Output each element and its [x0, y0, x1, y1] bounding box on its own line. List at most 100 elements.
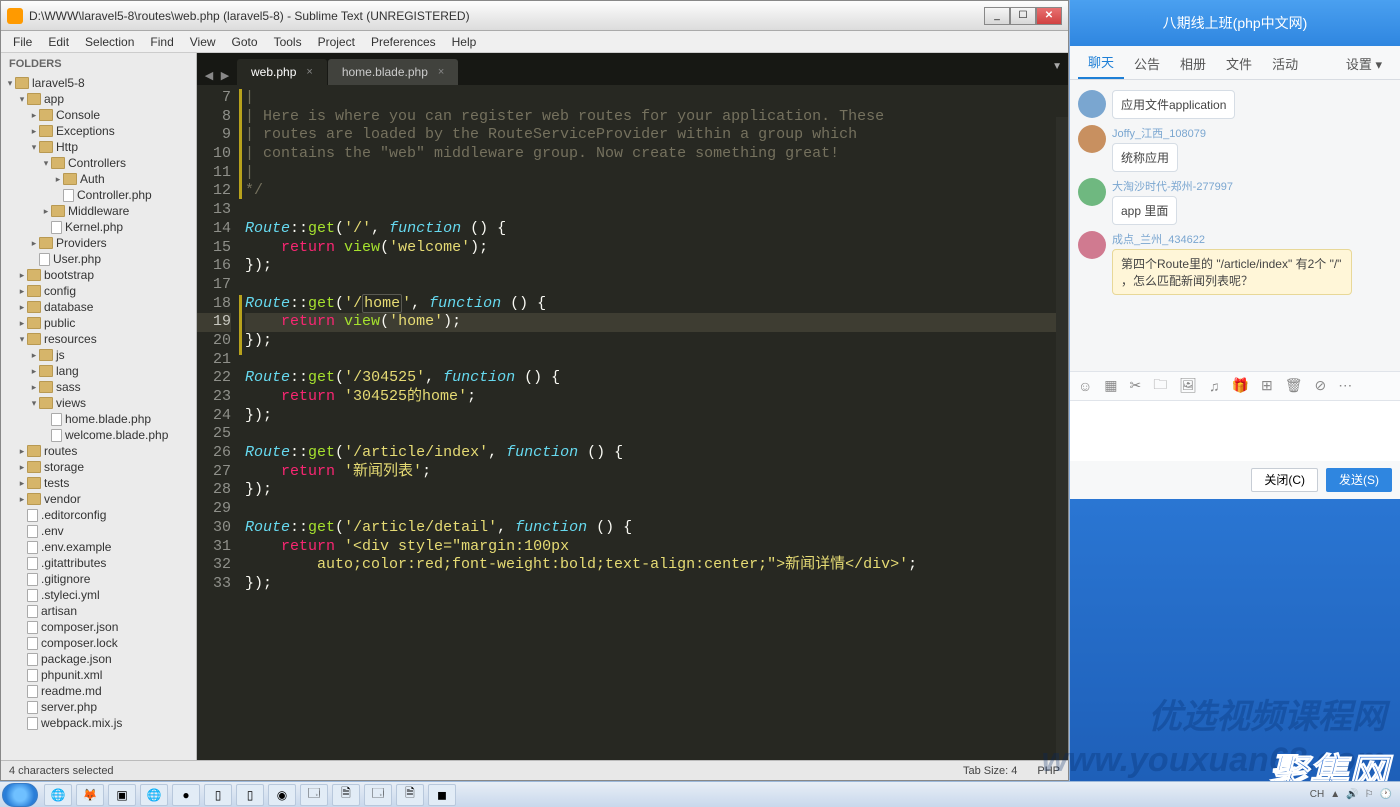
- tray-icon[interactable]: 🕐: [1380, 789, 1392, 800]
- image-icon[interactable]: 🖼: [1179, 377, 1197, 394]
- tab-close-icon[interactable]: ×: [438, 66, 444, 78]
- taskbar-item[interactable]: 🌐: [140, 784, 168, 806]
- file-item[interactable]: artisan: [5, 603, 192, 619]
- tray-icon[interactable]: ⚐: [1365, 789, 1374, 800]
- taskbar-item[interactable]: ▯: [204, 784, 232, 806]
- folder-item[interactable]: ▾resources: [5, 331, 192, 347]
- music-icon[interactable]: ♫: [1209, 378, 1220, 394]
- file-item[interactable]: .styleci.yml: [5, 587, 192, 603]
- menu-view[interactable]: View: [182, 33, 224, 51]
- file-item[interactable]: webpack.mix.js: [5, 715, 192, 731]
- file-item[interactable]: composer.lock: [5, 635, 192, 651]
- folder-item[interactable]: ▸vendor: [5, 491, 192, 507]
- start-button[interactable]: [2, 783, 38, 807]
- file-tab[interactable]: web.php×: [237, 59, 327, 85]
- avatar[interactable]: [1078, 178, 1106, 206]
- avatar[interactable]: [1078, 90, 1106, 118]
- tab-menu-icon[interactable]: ▼: [1052, 61, 1062, 72]
- menu-edit[interactable]: Edit: [40, 33, 77, 51]
- taskbar-item[interactable]: ▯: [236, 784, 264, 806]
- folder-item[interactable]: ▾Http: [5, 139, 192, 155]
- file-item[interactable]: welcome.blade.php: [5, 427, 192, 443]
- folder-item[interactable]: ▾laravel5-8: [5, 75, 192, 91]
- chat-settings[interactable]: 设置 ▾: [1336, 48, 1392, 79]
- file-item[interactable]: User.php: [5, 251, 192, 267]
- block-icon[interactable]: ⊘: [1315, 377, 1327, 394]
- taskbar-item[interactable]: ▣: [108, 784, 136, 806]
- folder-item[interactable]: ▸Console: [5, 107, 192, 123]
- status-syntax[interactable]: PHP: [1037, 765, 1060, 777]
- code-editor[interactable]: 7891011121314151617181920212223242526272…: [197, 85, 1068, 760]
- menu-find[interactable]: Find: [142, 33, 181, 51]
- chat-body[interactable]: 应用文件applicationJoffy_江西_108079统称应用大淘沙时代-…: [1070, 80, 1400, 371]
- cut-icon[interactable]: ✂: [1130, 377, 1142, 394]
- chat-tab[interactable]: 相册: [1170, 48, 1216, 79]
- tray-icon[interactable]: 🔊: [1346, 789, 1358, 800]
- status-tab-size[interactable]: Tab Size: 4: [963, 765, 1017, 777]
- file-item[interactable]: server.php: [5, 699, 192, 715]
- folder-item[interactable]: ▸Exceptions: [5, 123, 192, 139]
- avatar[interactable]: [1078, 125, 1106, 153]
- title-bar[interactable]: D:\WWW\laravel5-8\routes\web.php (larave…: [1, 1, 1068, 31]
- trash-icon[interactable]: 🗑: [1285, 377, 1303, 394]
- file-item[interactable]: .editorconfig: [5, 507, 192, 523]
- gift-icon[interactable]: 🎁: [1232, 377, 1249, 394]
- file-item[interactable]: readme.md: [5, 683, 192, 699]
- menu-project[interactable]: Project: [310, 33, 363, 51]
- folder-item[interactable]: ▸Providers: [5, 235, 192, 251]
- taskbar-item[interactable]: ●: [172, 784, 200, 806]
- file-item[interactable]: phpunit.xml: [5, 667, 192, 683]
- file-item[interactable]: composer.json: [5, 619, 192, 635]
- menu-preferences[interactable]: Preferences: [363, 33, 444, 51]
- file-item[interactable]: .gitignore: [5, 571, 192, 587]
- menu-tools[interactable]: Tools: [266, 33, 310, 51]
- maximize-button[interactable]: ☐: [1010, 7, 1036, 25]
- folder-item[interactable]: ▾app: [5, 91, 192, 107]
- tab-close-icon[interactable]: ×: [306, 66, 312, 78]
- app-icon2[interactable]: ⊞: [1261, 377, 1273, 394]
- file-item[interactable]: .env.example: [5, 539, 192, 555]
- chat-tab[interactable]: 活动: [1262, 48, 1308, 79]
- menu-file[interactable]: File: [5, 33, 40, 51]
- file-item[interactable]: package.json: [5, 651, 192, 667]
- menu-selection[interactable]: Selection: [77, 33, 142, 51]
- more-icon[interactable]: ⋯: [1338, 377, 1352, 394]
- close-button[interactable]: ✕: [1036, 7, 1062, 25]
- taskbar-item[interactable]: 🦊: [76, 784, 104, 806]
- minimap[interactable]: [1056, 117, 1068, 760]
- file-tab[interactable]: home.blade.php×: [328, 59, 459, 85]
- folder-item[interactable]: ▸public: [5, 315, 192, 331]
- file-item[interactable]: .gitattributes: [5, 555, 192, 571]
- folder-item[interactable]: ▸sass: [5, 379, 192, 395]
- tab-prev-icon[interactable]: ◀: [201, 69, 217, 85]
- tray-icon[interactable]: ▲: [1330, 789, 1340, 800]
- file-item[interactable]: .env: [5, 523, 192, 539]
- folder-item[interactable]: ▸js: [5, 347, 192, 363]
- taskbar-item[interactable]: 🗔: [364, 784, 392, 806]
- taskbar-item[interactable]: ◼: [428, 784, 456, 806]
- gif-icon[interactable]: ▦: [1104, 377, 1117, 394]
- taskbar-item[interactable]: 🗔: [300, 784, 328, 806]
- close-chat-button[interactable]: 关闭(C): [1251, 468, 1318, 492]
- chat-tab[interactable]: 文件: [1216, 48, 1262, 79]
- minimize-button[interactable]: _: [984, 7, 1010, 25]
- folder-item[interactable]: ▾views: [5, 395, 192, 411]
- folder-item[interactable]: ▸config: [5, 283, 192, 299]
- menu-help[interactable]: Help: [444, 33, 485, 51]
- taskbar-item[interactable]: ◉: [268, 784, 296, 806]
- chat-input[interactable]: [1070, 401, 1400, 461]
- folder-item[interactable]: ▸Middleware: [5, 203, 192, 219]
- code-content[interactable]: || Here is where you can register web ro…: [239, 85, 1068, 760]
- file-item[interactable]: Controller.php: [5, 187, 192, 203]
- taskbar-item[interactable]: 🗎: [332, 784, 360, 806]
- folder-item[interactable]: ▾Controllers: [5, 155, 192, 171]
- folder-item[interactable]: ▸routes: [5, 443, 192, 459]
- taskbar-item[interactable]: 🌐: [44, 784, 72, 806]
- folder-item[interactable]: ▸tests: [5, 475, 192, 491]
- file-item[interactable]: Kernel.php: [5, 219, 192, 235]
- tab-next-icon[interactable]: ▶: [217, 69, 233, 85]
- folder-item[interactable]: ▸Auth: [5, 171, 192, 187]
- lang-indicator[interactable]: CH: [1310, 789, 1324, 800]
- file-item[interactable]: home.blade.php: [5, 411, 192, 427]
- chat-tab[interactable]: 公告: [1124, 48, 1170, 79]
